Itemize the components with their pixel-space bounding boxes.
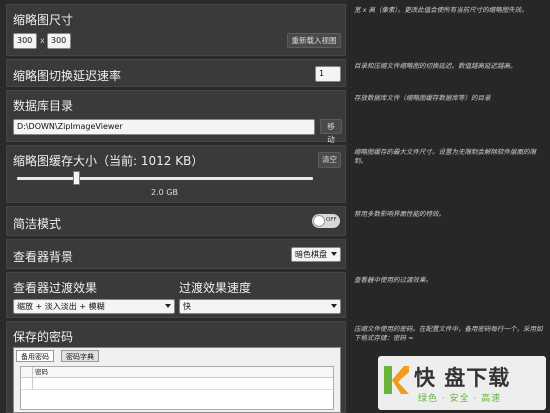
- db-dir-path-input[interactable]: D:\DOWN\ZipImageViewer: [13, 119, 315, 135]
- thumbnail-width-input[interactable]: 300: [13, 33, 37, 49]
- viewer-bg-section: 查看器背景 暗色棋盘: [6, 239, 346, 269]
- simple-mode-title: 简洁模式: [13, 217, 62, 231]
- reload-view-button[interactable]: 重新载入视图: [287, 33, 341, 48]
- clear-cache-button[interactable]: 清空: [318, 152, 341, 168]
- transition-speed-select[interactable]: 快: [179, 299, 341, 314]
- size-separator: x: [40, 36, 45, 45]
- desc-simple-mode: 禁用多数影响界面性能的特效。: [354, 210, 445, 218]
- viewer-bg-select[interactable]: 暗色棋盘: [291, 247, 341, 262]
- db-dir-section: 数据库目录 D:\DOWN\ZipImageViewer 移动: [6, 90, 346, 144]
- row-header-divider: [32, 367, 33, 389]
- move-db-button[interactable]: 移动: [320, 119, 342, 144]
- passwords-section: 保存的密码 备用密码 密码字典 密码: [6, 321, 346, 413]
- chevron-down-icon: [331, 252, 337, 256]
- tab-backup-passwords[interactable]: 备用密码: [16, 350, 54, 362]
- description-column: 宽 x 高（像素）。更改此值会使所有当前尺寸的缩略图失效。 目录和压缩文件缩略图…: [348, 0, 550, 413]
- passwords-tab-area: 备用密码 密码字典 密码: [13, 347, 341, 413]
- cache-slider-track[interactable]: [17, 177, 313, 180]
- desc-cache: 缩略图缓存的最大文件尺寸。设置为无限制会解除软件层面的限制。: [354, 148, 536, 165]
- thumb-delay-input[interactable]: 1: [315, 66, 341, 82]
- toggle-knob: [313, 215, 325, 227]
- cache-slider-thumb[interactable]: [73, 171, 81, 185]
- db-dir-title: 数据库目录: [13, 99, 74, 113]
- transition-effect-selected: 缩放 + 淡入淡出 + 模糊: [17, 302, 105, 311]
- transition-section: 查看器过渡效果 过渡效果速度 缩放 + 淡入淡出 + 模糊 快: [6, 272, 346, 318]
- passwords-grid[interactable]: 密码: [20, 366, 334, 410]
- desc-passwords: 压缩文件使用的密码。在配置文件中，备用密码每行一个，采用如下格式存储：密码 =: [354, 325, 543, 342]
- cache-title: 缩略图缓存大小（当前: 1012 KB）: [13, 154, 204, 168]
- passwords-title: 保存的密码: [13, 330, 74, 344]
- settings-panel: 缩略图尺寸 300 x 300 重新载入视图 缩略图切换延迟速率 1 数据库目录…: [0, 0, 348, 413]
- cache-section: 缩略图缓存大小（当前: 1012 KB） 清空 2.0 GB: [6, 145, 346, 203]
- simple-mode-toggle[interactable]: OFF: [312, 214, 340, 228]
- viewer-bg-selected: 暗色棋盘: [295, 250, 327, 259]
- thumbnail-height-input[interactable]: 300: [47, 33, 71, 49]
- viewer-bg-title: 查看器背景: [13, 250, 74, 264]
- cache-slider-value: 2.0 GB: [151, 188, 178, 197]
- desc-thumb-delay: 目录和压缩文件缩略图的切换延迟。数值越高延迟越高。: [354, 62, 517, 70]
- desc-transition: 查看器中使用的过渡效果。: [354, 276, 432, 284]
- watermark-logo: 快 盘下载 绿色 · 安全 · 高速: [378, 356, 546, 410]
- transition-speed-selected: 快: [183, 302, 191, 311]
- thumb-delay-section: 缩略图切换延迟速率 1: [6, 59, 346, 87]
- tab-password-dictionary[interactable]: 密码字典: [61, 350, 99, 362]
- transition-effect-select[interactable]: 缩放 + 淡入淡出 + 模糊: [13, 299, 175, 314]
- simple-mode-section: 简洁模式 OFF: [6, 206, 346, 236]
- watermark-slogan: 绿色 · 安全 · 高速: [418, 394, 502, 404]
- chevron-down-icon: [331, 304, 337, 308]
- thumb-delay-title: 缩略图切换延迟速率: [13, 69, 122, 83]
- desc-thumbnail-size: 宽 x 高（像素）。更改此值会使所有当前尺寸的缩略图失效。: [354, 6, 528, 14]
- toggle-off-label: OFF: [326, 217, 337, 223]
- chevron-down-icon: [165, 304, 171, 308]
- transition-speed-title: 过渡效果速度: [179, 281, 252, 295]
- watermark-k-icon: [382, 364, 410, 396]
- passwords-row[interactable]: [21, 379, 333, 390]
- passwords-column-header: 密码: [21, 367, 333, 378]
- thumbnail-size-title: 缩略图尺寸: [13, 13, 74, 27]
- transition-title: 查看器过渡效果: [13, 281, 98, 295]
- desc-db-dir: 存放数据库文件（缩略图缓存数据库等）的目录: [354, 94, 491, 102]
- thumbnail-size-section: 缩略图尺寸 300 x 300 重新载入视图: [6, 4, 346, 56]
- watermark-brand: 快 盘下载: [414, 366, 511, 390]
